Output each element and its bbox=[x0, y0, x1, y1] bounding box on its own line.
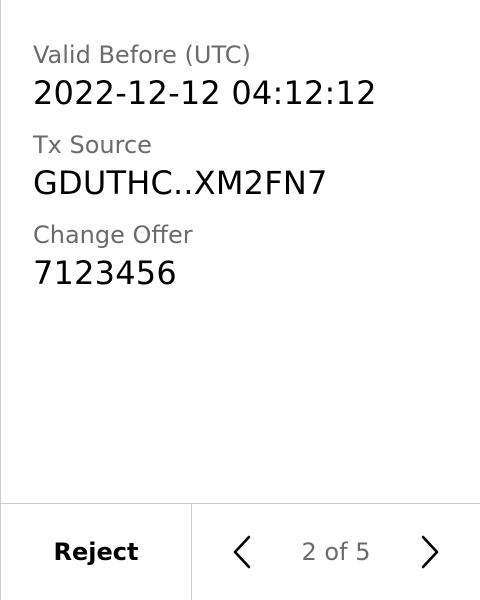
pager: 2 of 5 bbox=[192, 504, 480, 600]
field-value: 2022-12-12 04:12:12 bbox=[33, 74, 377, 112]
field-value: 7123456 bbox=[33, 254, 177, 292]
bottom-action-bar: Reject 2 of 5 bbox=[1, 503, 480, 600]
field-valid-before: Valid Before (UTC) 2022-12-12 04:12:12 bbox=[33, 38, 470, 114]
field-tx-source: Tx Source GDUTHC..XM2FN7 bbox=[33, 128, 470, 204]
field-label: Valid Before (UTC) bbox=[33, 41, 251, 69]
field-label: Change Offer bbox=[33, 221, 193, 249]
transaction-details: Valid Before (UTC) 2022-12-12 04:12:12 T… bbox=[33, 38, 470, 308]
previous-page-button[interactable] bbox=[228, 532, 256, 572]
field-label: Tx Source bbox=[33, 131, 152, 159]
next-page-button[interactable] bbox=[416, 532, 444, 572]
chevron-right-icon bbox=[421, 535, 439, 569]
field-change-offer: Change Offer 7123456 bbox=[33, 218, 470, 294]
reject-button[interactable]: Reject bbox=[1, 504, 192, 600]
field-value: GDUTHC..XM2FN7 bbox=[33, 164, 328, 202]
transaction-review-screen: Valid Before (UTC) 2022-12-12 04:12:12 T… bbox=[0, 0, 480, 600]
chevron-left-icon bbox=[233, 535, 251, 569]
page-indicator: 2 of 5 bbox=[301, 538, 371, 566]
